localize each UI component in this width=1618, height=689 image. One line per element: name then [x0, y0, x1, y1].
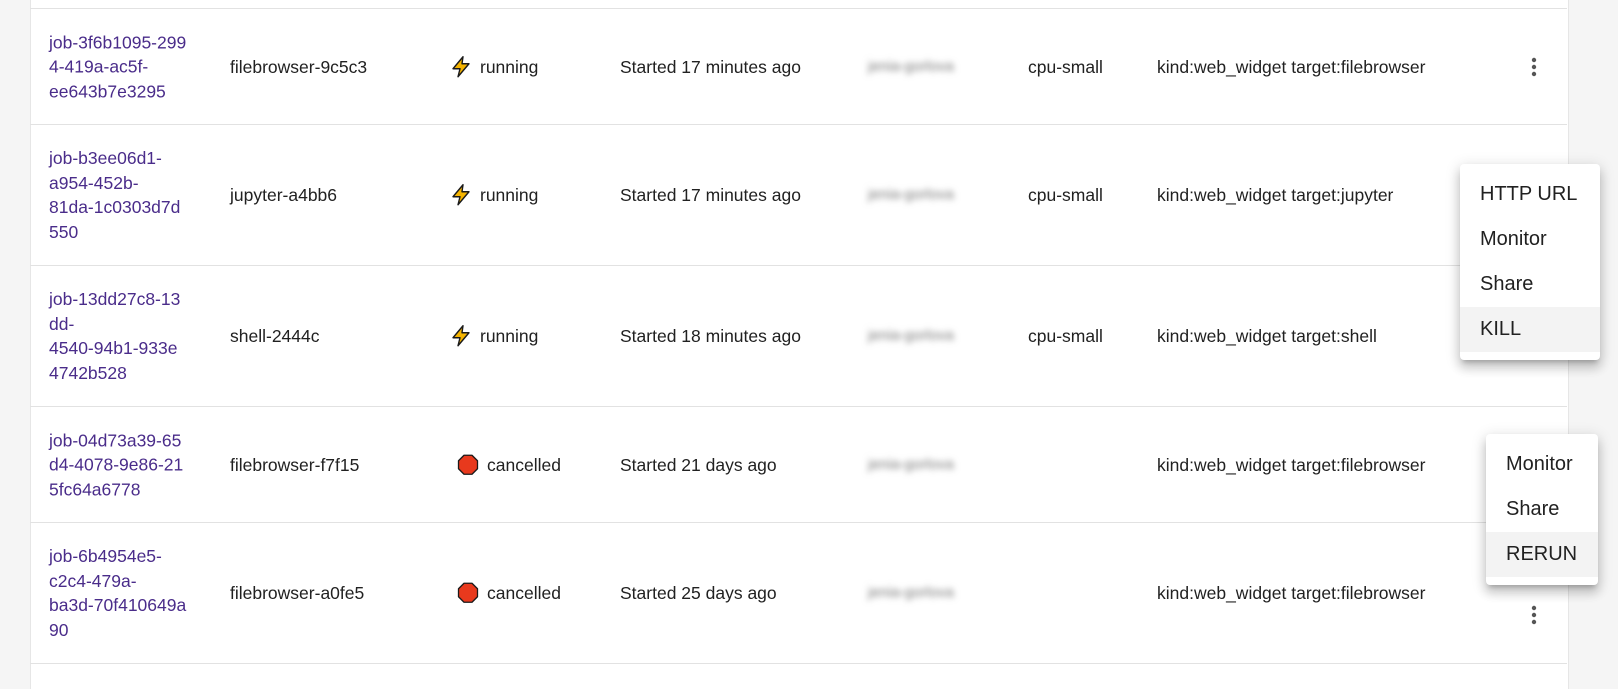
job-name: filebrowser-f7f15: [230, 454, 360, 475]
job-id-line: ba3d-70f410649a: [49, 595, 187, 615]
job-owner: jenia-gorlova: [868, 455, 954, 473]
job-status: running: [450, 54, 538, 79]
job-status: cancelled: [457, 452, 561, 477]
job-id-line: 4540-94b1-933e: [49, 338, 178, 358]
row-divider: [30, 663, 1567, 664]
job-preset: cpu-small: [1028, 56, 1103, 77]
job-owner: jenia-gorlova: [868, 57, 954, 75]
job-id-link[interactable]: job-13dd27c8-13 dd- 4540-94b1-933e 4742b…: [49, 287, 194, 385]
job-id-link[interactable]: job-04d73a39-65 d4-4078-9e86-21 5fc64a67…: [49, 428, 194, 502]
job-tags: kind:web_widget target:filebrowser: [1157, 582, 1426, 603]
job-id-line: job-6b4954e5-: [49, 546, 162, 566]
status-label: cancelled: [487, 582, 561, 603]
job-status: running: [450, 324, 538, 349]
menu-item-http-url[interactable]: HTTP URL: [1460, 172, 1600, 217]
table-row: job-13dd27c8-13 dd- 4540-94b1-933e 4742b…: [30, 266, 1567, 406]
job-id-line: job-b3ee06d1-: [49, 148, 162, 168]
stop-octagon-icon: [457, 454, 479, 476]
job-id-line: c2c4-479a-: [49, 570, 137, 591]
job-id-line: job-04d73a39-65: [49, 429, 182, 450]
job-id-line: d4-4078-9e86-21: [49, 454, 184, 475]
started-time: Started 25 days ago: [620, 582, 777, 603]
job-name: filebrowser-a0fe5: [230, 582, 365, 603]
job-id-line: 4-419a-ac5f-: [49, 56, 149, 77]
job-id-line: ee643b7e3295: [49, 80, 166, 101]
status-label: running: [480, 325, 539, 346]
started-time: Started 17 minutes ago: [620, 184, 801, 205]
job-id-line: 550: [49, 221, 79, 242]
job-tags: kind:web_widget target:filebrowser: [1157, 56, 1426, 77]
lightning-bolt-icon: [450, 325, 472, 347]
job-owner: jenia-gorlova: [868, 583, 954, 601]
job-tags: kind:web_widget target:jupyter: [1157, 184, 1394, 205]
menu-item-kill[interactable]: KILL: [1460, 307, 1600, 352]
job-id-link[interactable]: job-6b4954e5- c2c4-479a- ba3d-70f410649a…: [49, 544, 194, 642]
job-id-line: 4742b528: [49, 362, 127, 383]
menu-item-monitor[interactable]: Monitor: [1486, 442, 1598, 487]
table-row: job-b3ee06d1- a954-452b- 81da-1c0303d7d …: [30, 125, 1567, 265]
job-status: running: [450, 183, 538, 208]
table-row: job-6b4954e5- c2c4-479a- ba3d-70f410649a…: [30, 523, 1567, 663]
job-id-line: job-3f6b1095-299: [49, 31, 187, 52]
job-id-line: 5fc64a6778: [49, 478, 141, 499]
table-row: job-3f6b1095-299 4-419a-ac5f- ee643b7e32…: [30, 9, 1567, 124]
job-id-link[interactable]: job-b3ee06d1- a954-452b- 81da-1c0303d7d …: [49, 146, 194, 244]
started-time: Started 17 minutes ago: [620, 56, 801, 77]
job-id-line: dd-: [49, 313, 75, 334]
menu-item-share[interactable]: Share: [1460, 262, 1600, 307]
more-vert-icon[interactable]: [1522, 55, 1546, 79]
status-label: running: [480, 56, 539, 77]
job-name: shell-2444c: [230, 325, 320, 346]
menu-item-rerun[interactable]: RERUN: [1486, 532, 1598, 577]
menu-item-share[interactable]: Share: [1486, 487, 1598, 532]
job-id-link[interactable]: job-3f6b1095-299 4-419a-ac5f- ee643b7e32…: [49, 30, 194, 104]
stop-octagon-icon: [457, 582, 479, 604]
started-time: Started 21 days ago: [620, 454, 777, 475]
job-id-line: job-13dd27c8-13: [49, 289, 181, 309]
job-name: filebrowser-9c5c3: [230, 56, 368, 77]
job-preset: cpu-small: [1028, 184, 1103, 205]
job-preset: cpu-small: [1028, 325, 1103, 346]
table-row: job-04d73a39-65 d4-4078-9e86-21 5fc64a67…: [30, 407, 1567, 522]
job-actions-menu-running: HTTP URL Monitor Share KILL: [1460, 164, 1600, 360]
job-name: jupyter-a4bb6: [230, 184, 338, 205]
job-tags: kind:web_widget target:filebrowser: [1157, 454, 1426, 475]
jobs-page: job-3f6b1095-299 4-419a-ac5f- ee643b7e32…: [0, 0, 1618, 689]
job-owner: jenia-gorlova: [868, 185, 954, 203]
job-id-line: 81da-1c0303d7d: [49, 197, 181, 217]
more-vert-icon[interactable]: [1522, 603, 1546, 627]
job-status: cancelled: [457, 581, 561, 606]
job-actions-menu-cancelled: Monitor Share RERUN: [1486, 434, 1598, 585]
job-id-line: 90: [49, 619, 69, 640]
lightning-bolt-icon: [450, 55, 472, 78]
menu-item-monitor[interactable]: Monitor: [1460, 217, 1600, 262]
job-owner: jenia-gorlova: [868, 326, 954, 344]
status-label: cancelled: [487, 454, 561, 475]
lightning-bolt-icon: [450, 184, 472, 206]
job-id-line: a954-452b-: [49, 172, 139, 193]
job-tags: kind:web_widget target:shell: [1157, 325, 1377, 346]
status-label: running: [480, 184, 539, 205]
started-time: Started 18 minutes ago: [620, 325, 801, 346]
